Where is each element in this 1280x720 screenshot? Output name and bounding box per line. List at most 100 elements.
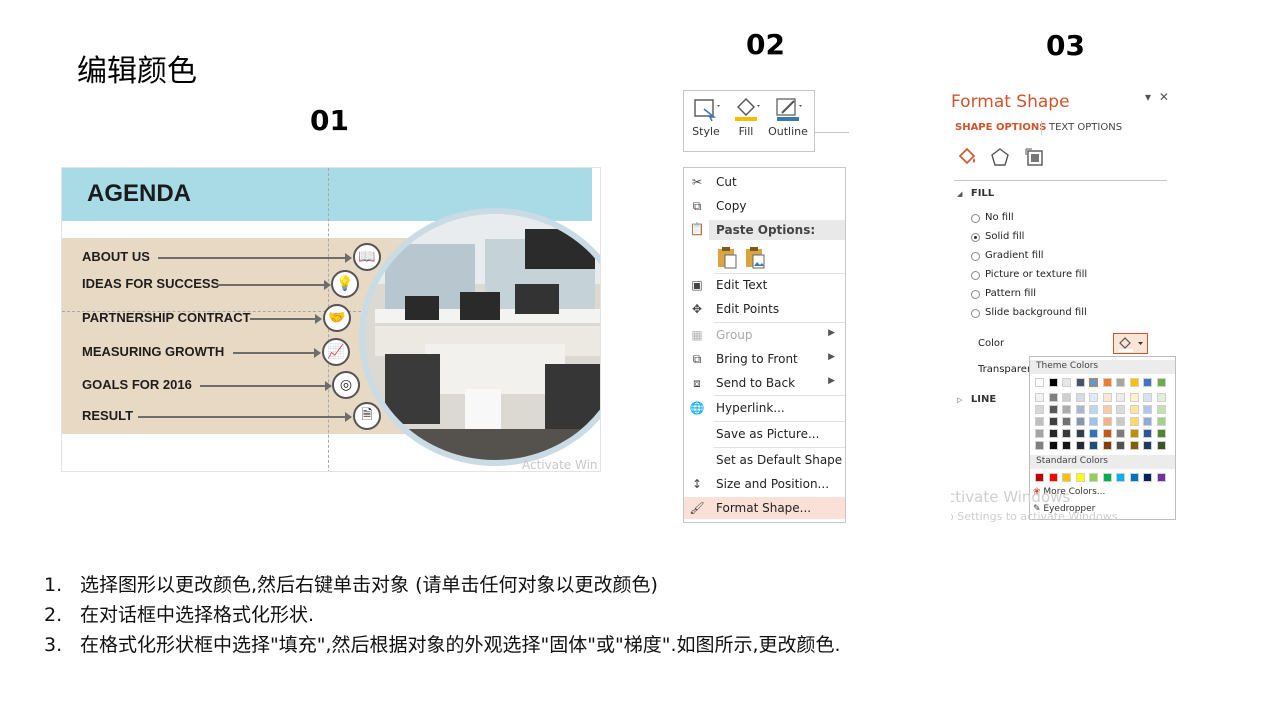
theme-tint-swatch[interactable] [1143,405,1152,414]
standard-color-swatch[interactable] [1075,473,1085,482]
theme-tint-swatch[interactable] [1035,429,1044,438]
theme-color-swatch[interactable] [1156,378,1166,387]
close-icon[interactable]: ✕ [1159,90,1169,104]
style-button[interactable]: Style [686,95,726,138]
menu-item-edit-points[interactable]: ✥ Edit Points [684,298,845,320]
theme-tint-swatch[interactable] [1075,405,1085,414]
theme-color-swatch[interactable] [1062,378,1071,387]
standard-color-swatch[interactable] [1129,473,1139,482]
theme-tint-swatch[interactable] [1129,429,1139,438]
theme-tint-swatch[interactable] [1075,441,1085,450]
theme-tint-swatch[interactable] [1048,417,1058,426]
theme-tint-swatch[interactable] [1102,429,1112,438]
theme-tint-swatch[interactable] [1048,441,1058,450]
theme-tint-swatch[interactable] [1143,429,1152,438]
theme-color-swatch[interactable] [1143,378,1152,387]
theme-tint-swatch[interactable] [1156,393,1166,402]
theme-tint-swatch[interactable] [1102,441,1112,450]
theme-tint-swatch[interactable] [1035,417,1044,426]
theme-tint-swatch[interactable] [1102,393,1112,402]
size-properties-icon[interactable] [1023,146,1045,168]
theme-tint-swatch[interactable] [1143,441,1152,450]
theme-tint-swatch[interactable] [1035,405,1044,414]
theme-color-swatch[interactable] [1048,378,1058,387]
theme-tint-swatch[interactable] [1062,393,1071,402]
fill-section-header[interactable]: ◢ FILL [957,188,994,199]
menu-item-cut[interactable]: ✂ Cut [684,171,845,193]
standard-color-swatch[interactable] [1048,473,1058,482]
theme-tint-swatch[interactable] [1156,417,1166,426]
effects-pentagon-icon[interactable] [989,146,1011,168]
theme-tint-swatch[interactable] [1156,405,1166,414]
theme-tint-swatch[interactable] [1062,405,1071,414]
theme-tint-swatch[interactable] [1062,429,1071,438]
standard-color-swatch[interactable] [1102,473,1112,482]
theme-tint-swatch[interactable] [1089,441,1098,450]
theme-tint-swatch[interactable] [1089,417,1098,426]
standard-color-swatch[interactable] [1156,473,1166,482]
tab-text-options[interactable]: TEXT OPTIONS [1049,122,1122,133]
standard-color-swatch[interactable] [1062,473,1071,482]
menu-item-bring-to-front[interactable]: ⧉ Bring to Front ▶ [684,348,845,370]
menu-item-size-and-position[interactable]: ↕ Size and Position... [684,473,845,495]
theme-tint-swatch[interactable] [1116,405,1125,414]
fill-line-icon[interactable] [956,146,978,168]
theme-color-swatch[interactable] [1089,378,1098,387]
paste-keep-formatting-icon[interactable] [716,245,738,269]
theme-tint-swatch[interactable] [1143,417,1152,426]
color-dropdown-button[interactable] [1113,333,1148,354]
standard-color-swatch[interactable] [1089,473,1098,482]
theme-tint-swatch[interactable] [1129,441,1139,450]
theme-tint-swatch[interactable] [1116,393,1125,402]
agenda-slide-preview[interactable]: AGENDA ABOUT US 📖 IDEAS FOR SUCCESS 💡 PA… [61,167,601,472]
theme-tint-swatch[interactable] [1062,441,1071,450]
theme-tint-swatch[interactable] [1129,393,1139,402]
theme-tint-swatch[interactable] [1089,393,1098,402]
tab-shape-options[interactable]: SHAPE OPTIONS [955,122,1046,133]
agenda-item-measuring-growth[interactable]: MEASURING GROWTH [82,344,224,359]
theme-tint-swatch[interactable] [1156,429,1166,438]
menu-item-set-default-shape[interactable]: Set as Default Shape [684,449,845,471]
theme-tint-swatch[interactable] [1143,393,1152,402]
menu-item-edit-text[interactable]: ▣ Edit Text [684,274,845,296]
agenda-item-partnership-contract[interactable]: PARTNERSHIP CONTRACT [82,310,251,325]
theme-tint-swatch[interactable] [1075,417,1085,426]
theme-tint-swatch[interactable] [1089,429,1098,438]
theme-tint-swatch[interactable] [1116,417,1125,426]
theme-tint-swatch[interactable] [1116,441,1125,450]
outline-button[interactable]: Outline [768,95,808,138]
theme-color-swatch[interactable] [1129,378,1139,387]
theme-tint-swatch[interactable] [1075,393,1085,402]
standard-color-swatch[interactable] [1116,473,1125,482]
agenda-item-ideas-for-success[interactable]: IDEAS FOR SUCCESS [82,276,219,291]
standard-color-swatch[interactable] [1035,473,1044,482]
theme-tint-swatch[interactable] [1075,429,1085,438]
menu-item-copy[interactable]: ⧉ Copy [684,195,845,217]
theme-tint-swatch[interactable] [1089,405,1098,414]
theme-color-swatch[interactable] [1102,378,1112,387]
theme-tint-swatch[interactable] [1156,441,1166,450]
theme-tint-swatch[interactable] [1129,417,1139,426]
theme-color-swatch[interactable] [1116,378,1125,387]
theme-color-swatch[interactable] [1035,378,1044,387]
theme-tint-swatch[interactable] [1129,405,1139,414]
theme-tint-swatch[interactable] [1048,405,1058,414]
theme-tint-swatch[interactable] [1102,417,1112,426]
theme-color-swatch[interactable] [1075,378,1085,387]
agenda-item-result[interactable]: RESULT [82,408,133,423]
agenda-item-about-us[interactable]: ABOUT US [82,249,150,264]
theme-tint-swatch[interactable] [1048,429,1058,438]
menu-item-save-as-picture[interactable]: Save as Picture... [684,423,845,445]
fill-button[interactable]: Fill [726,95,766,138]
agenda-item-goals-for-2016[interactable]: GOALS FOR 2016 [82,377,192,392]
theme-tint-swatch[interactable] [1048,393,1058,402]
standard-color-swatch[interactable] [1143,473,1152,482]
theme-tint-swatch[interactable] [1035,393,1044,402]
menu-item-send-to-back[interactable]: ⧈ Send to Back ▶ [684,372,845,394]
menu-item-format-shape[interactable]: 🖌 Format Shape... [684,497,845,519]
theme-tint-swatch[interactable] [1116,429,1125,438]
line-section-header[interactable]: ▷ LINE [957,394,996,405]
paste-picture-icon[interactable] [744,245,766,269]
theme-tint-swatch[interactable] [1062,417,1071,426]
theme-tint-swatch[interactable] [1102,405,1112,414]
